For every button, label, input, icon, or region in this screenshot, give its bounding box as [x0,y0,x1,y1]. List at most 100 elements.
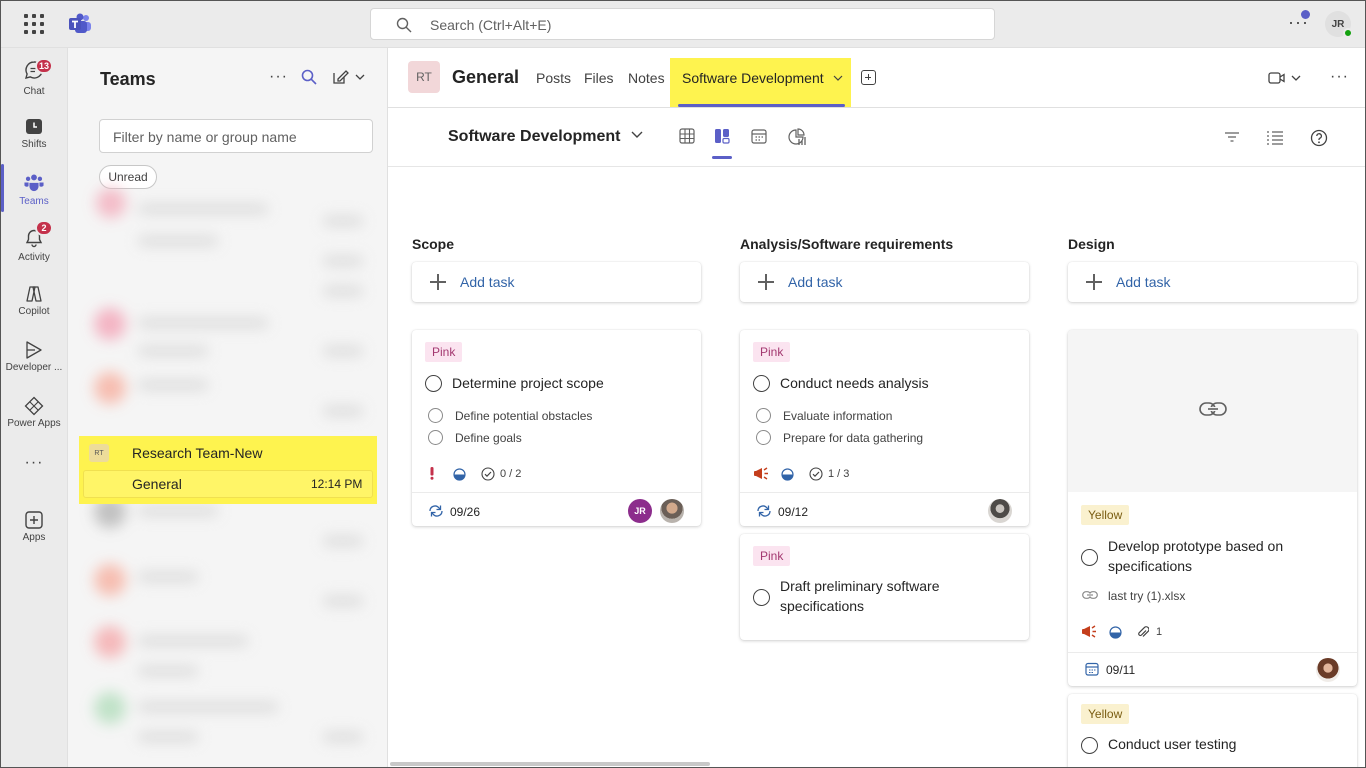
tab-software-development[interactable]: Software Development [682,70,824,86]
task-card[interactable]: Yellow Conduct user testing [1068,694,1357,768]
search-box[interactable]: Search (Ctrl+Alt+E) [370,8,995,40]
assignee-avatar[interactable]: JR [628,499,652,523]
task-card[interactable]: Pink Determine project scope Define pote… [412,330,701,526]
title-bar: Search (Ctrl+Alt+E) ··· JR [0,0,1366,48]
add-task-button[interactable]: Add task [1068,262,1357,302]
assignee-avatar[interactable] [660,499,684,523]
activity-badge: 2 [35,220,53,236]
channel-more-button[interactable]: ··· [1330,68,1349,86]
checklist-count: 1 / 3 [828,468,850,480]
more-icon: ··· [24,454,44,471]
plus-icon [1086,274,1102,290]
active-tab-underline [678,104,845,107]
tab-posts[interactable]: Posts [536,70,571,86]
complete-task-checkbox[interactable] [1081,737,1098,754]
attachment-name[interactable]: last try (1).xlsx [1108,589,1185,603]
help-icon[interactable] [1310,129,1328,147]
rail-item-apps[interactable]: Apps [0,504,68,556]
checklist-checkbox[interactable] [756,430,771,445]
link-icon [1082,591,1098,599]
channel-title: General [452,67,520,87]
search-icon[interactable] [301,69,317,85]
horizontal-scrollbar[interactable] [390,762,710,766]
complete-task-checkbox[interactable] [425,375,442,392]
add-task-label: Add task [788,274,843,290]
video-call-dropdown-icon[interactable] [1268,71,1304,85]
power-apps-icon [24,396,44,416]
rail-item-teams[interactable]: Teams [0,166,68,218]
filter-input[interactable]: Filter by name or group name [99,119,373,153]
rail-label-teams: Teams [19,196,49,207]
rail-label-developer-portal: Developer ... [5,362,63,373]
task-card[interactable]: Pink Draft preliminary software specific… [740,534,1029,640]
search-placeholder: Search (Ctrl+Alt+E) [430,17,552,33]
rail-item-copilot[interactable]: Copilot [0,278,68,330]
rail-label-power-apps: Power Apps [7,418,61,429]
checklist-checkbox[interactable] [428,408,443,423]
rail-item-power-apps[interactable]: Power Apps [0,390,68,442]
complete-task-checkbox[interactable] [753,375,770,392]
grid-view-icon[interactable] [679,128,695,144]
task-card[interactable]: Yellow Develop prototype based on specif… [1068,330,1357,686]
developer-portal-icon [26,341,42,359]
bucket-title-design: Design [1068,236,1115,252]
checklist-checkbox[interactable] [428,430,443,445]
rail-item-shifts[interactable]: Shifts [0,110,68,162]
search-icon [396,17,412,33]
card-divider [412,492,701,493]
assignee-avatar[interactable] [988,499,1012,523]
task-card[interactable]: Pink Conduct needs analysis Evaluate inf… [740,330,1029,526]
checklist-count: 0 / 2 [500,468,522,480]
progress-in-progress-icon [1109,626,1122,639]
team-name-research[interactable]: Research Team-New [132,445,262,461]
task-title: Conduct needs analysis [780,375,929,391]
task-board: Scope Add task Pink Determine project sc… [388,168,1366,768]
label-pink: Pink [753,546,791,566]
complete-task-checkbox[interactable] [753,589,770,606]
label-pink: Pink [425,342,463,362]
checklist-item: Define potential obstacles [455,409,593,423]
tab-notes[interactable]: Notes [628,70,665,86]
priority-important-icon [430,467,434,480]
chevron-down-icon[interactable] [833,75,843,81]
plus-icon [430,274,446,290]
rail-item-chat[interactable]: 13 Chat [0,54,68,106]
app-launcher-icon[interactable] [24,14,44,34]
rail-label-apps: Apps [22,532,46,543]
complete-task-checkbox[interactable] [1081,549,1098,566]
chat-badge: 13 [35,58,53,74]
checklist-item: Evaluate information [783,409,893,423]
schedule-view-icon[interactable] [751,128,767,144]
add-task-label: Add task [460,274,515,290]
tab-files[interactable]: Files [584,70,614,86]
plan-title[interactable]: Software Development [448,128,620,146]
chevron-down-icon[interactable] [631,131,643,139]
assignee-avatar[interactable] [1316,658,1340,682]
rail-item-developer-portal[interactable]: Developer ... [0,334,68,386]
apps-plus-icon [25,511,43,529]
task-title: Draft preliminary software specification… [780,578,940,614]
bucket-title-analysis: Analysis/Software requirements [740,236,954,252]
add-tab-icon[interactable] [861,70,876,85]
checklist-checkbox[interactable] [756,408,771,423]
channel-timestamp: 12:14 PM [311,477,363,491]
checklist-item: Prepare for data gathering [783,431,924,445]
group-by-icon[interactable] [1266,130,1284,146]
link-icon [1199,402,1227,416]
list-more-button[interactable]: ··· [269,68,288,86]
compose-dropdown-icon[interactable] [332,69,368,85]
label-yellow: Yellow [1081,505,1130,525]
board-view-icon[interactable] [714,128,730,144]
rail-label-chat: Chat [23,86,45,97]
add-task-button[interactable]: Add task [412,262,701,302]
unread-filter-chip[interactable]: Unread [99,165,157,189]
progress-in-progress-icon [453,468,466,481]
attachments-count: 1 [1156,626,1163,638]
add-task-label: Add task [1116,274,1171,290]
charts-view-icon[interactable] [788,128,806,146]
filter-icon[interactable] [1224,130,1240,144]
rail-item-activity[interactable]: 2 Activity [0,220,68,274]
priority-urgent-icon [1082,625,1096,638]
rail-more-apps[interactable]: ··· [0,452,68,482]
add-task-button[interactable]: Add task [740,262,1029,302]
